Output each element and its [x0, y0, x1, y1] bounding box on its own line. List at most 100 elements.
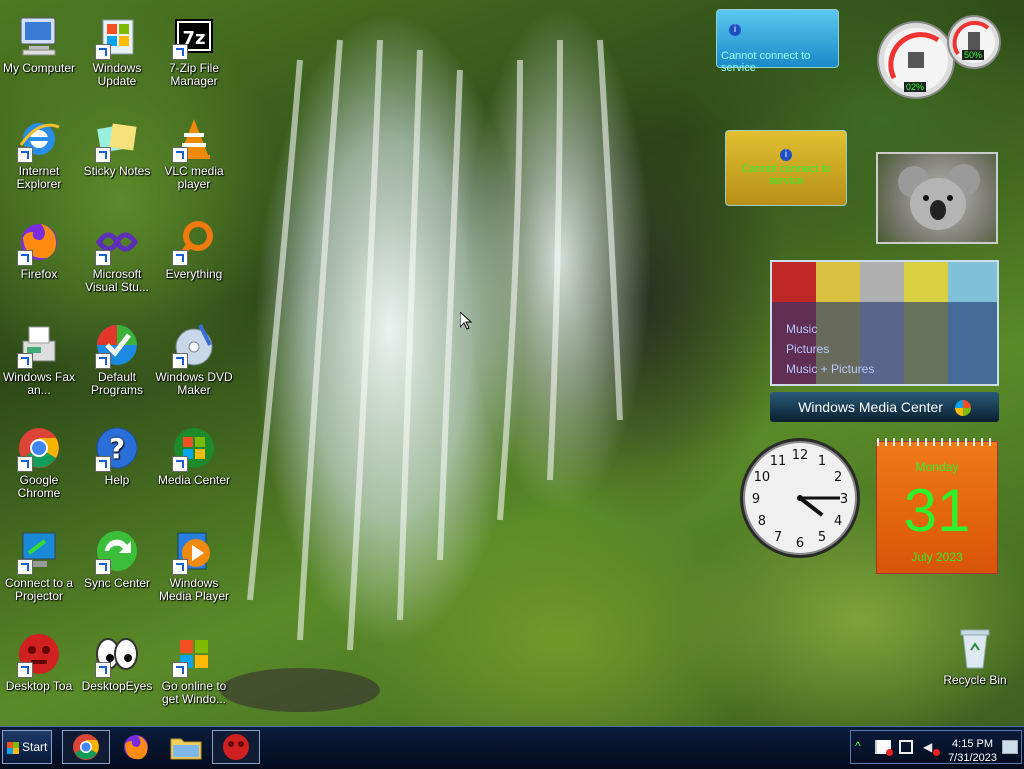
shortcut-arrow-icon	[17, 250, 33, 266]
icon-label: 7-Zip File Manager	[168, 61, 219, 88]
chrome-icon	[15, 424, 63, 472]
clock-number: 8	[758, 514, 766, 529]
taskbar-explorer-button[interactable]	[162, 730, 210, 764]
desktop-icon-connect-projector[interactable]: Connect to a Projector	[0, 527, 78, 603]
desktop-icon-go-online-windows[interactable]: Go online to get Windo...	[155, 630, 233, 706]
desktop-toa-icon	[223, 734, 249, 760]
calendar-weekday: Monday	[915, 460, 959, 474]
icon-label: Desktop Toa	[5, 679, 73, 693]
desktop[interactable]: My Computer Internet Explorer Firefox Wi…	[0, 0, 1024, 726]
calendar-month-year: July 2023	[911, 550, 963, 564]
desktop-icon-dvd-maker[interactable]: Windows DVD Maker	[155, 321, 233, 397]
desktop-icon-recycle-bin[interactable]: Recycle Bin	[936, 624, 1014, 687]
icon-label: Windows Fax an...	[2, 370, 76, 397]
taskbar: Start ^ ◀ 4:15 PM 7/31/2023	[0, 726, 1024, 769]
shortcut-arrow-icon	[172, 44, 188, 60]
desktop-icon-google-chrome[interactable]: Google Chrome	[0, 424, 78, 500]
media-center-brand: Windows Media Center	[798, 399, 943, 415]
action-center-flag-icon[interactable]	[875, 740, 893, 756]
recycle-bin-icon	[951, 624, 999, 672]
taskbar-clock[interactable]: 4:15 PM 7/31/2023	[948, 737, 997, 765]
slideshow-gadget[interactable]	[876, 152, 998, 244]
desktop-icon-vlc[interactable]: VLC media player	[155, 115, 233, 191]
7zip-icon: 7z	[170, 12, 218, 60]
info-icon: i	[729, 24, 741, 36]
icon-label: Microsoft Visual Stu...	[85, 267, 149, 294]
shortcut-arrow-icon	[95, 147, 111, 163]
desktop-icon-sticky-notes[interactable]: Sticky Notes	[78, 115, 156, 178]
taskbar-time: 4:15 PM	[952, 738, 994, 750]
icon-label: Sticky Notes	[83, 164, 151, 178]
desktop-icon-desktop-eyes[interactable]: DesktopEyes	[78, 630, 156, 693]
windows-logo-icon	[954, 400, 971, 417]
network-icon[interactable]	[899, 740, 913, 754]
fax-icon	[15, 321, 63, 369]
weather-gadget[interactable]: i Cannot connect to service	[716, 9, 839, 74]
icon-label: VLC media player	[164, 164, 224, 191]
help-icon: ?	[93, 424, 141, 472]
desktop-icon-desktop-toa[interactable]: Desktop Toa	[0, 630, 78, 693]
shortcut-arrow-icon	[172, 353, 188, 369]
taskbar-firefox-button[interactable]	[112, 730, 160, 764]
desktop-icon-visual-studio[interactable]: Microsoft Visual Stu...	[78, 218, 156, 294]
desktop-icon-windows-fax[interactable]: Windows Fax an...	[0, 321, 78, 397]
clock-number: 6	[796, 536, 804, 551]
show-hidden-icons-chevron-icon[interactable]: ^	[855, 739, 861, 753]
icon-label: Everything	[165, 267, 223, 281]
desktop-icon-help[interactable]: ? Help	[78, 424, 156, 487]
icon-label: DesktopEyes	[81, 679, 153, 693]
shortcut-arrow-icon	[95, 44, 111, 60]
desktop-toa-icon	[15, 630, 63, 678]
weather-message: Cannot connect to service	[721, 50, 811, 74]
visual-studio-icon	[93, 218, 141, 266]
clock-number: 12	[792, 448, 809, 463]
media-center-music-pictures[interactable]: Music + Pictures	[786, 362, 874, 376]
icon-label: Google Chrome	[17, 473, 61, 500]
icon-label: Windows Media Player	[158, 576, 230, 603]
start-button[interactable]: Start	[2, 730, 52, 764]
shortcut-arrow-icon	[95, 456, 111, 472]
shortcut-arrow-icon	[17, 147, 33, 163]
shortcut-arrow-icon	[172, 456, 188, 472]
analog-clock: 12 12 3 45678 9 1011	[740, 438, 860, 558]
icon-label: Recycle Bin	[943, 673, 1007, 687]
clock-number: 2	[834, 470, 842, 485]
media-center-brandbar[interactable]: Windows Media Center	[770, 392, 999, 422]
clock-gadget[interactable]: 12 1 2 3 4 5 6 7 8 9 10 11	[738, 436, 862, 560]
start-label: Start	[22, 740, 48, 754]
currency-gadget[interactable]: i Cannot connect to service	[725, 130, 847, 206]
taskbar-desktop-toa-button[interactable]	[212, 730, 260, 764]
show-desktop-icon[interactable]	[1002, 740, 1018, 754]
desktop-icon-sync-center[interactable]: Sync Center	[78, 527, 156, 590]
icon-label: Go online to get Windo...	[161, 679, 227, 706]
desktop-icon-7zip[interactable]: 7z 7-Zip File Manager	[155, 12, 233, 88]
clock-number: 9	[752, 492, 760, 507]
taskbar-chrome-button[interactable]	[62, 730, 110, 764]
explorer-folder-icon	[170, 738, 202, 760]
vlc-icon	[170, 115, 218, 163]
desktop-icon-default-programs[interactable]: Default Programs	[78, 321, 156, 397]
currency-message: Cannot connect to service	[741, 163, 831, 187]
media-center-music[interactable]: Music	[786, 322, 817, 336]
shortcut-arrow-icon	[95, 662, 111, 678]
shortcut-arrow-icon	[17, 559, 33, 575]
volume-muted-icon[interactable]: ◀	[923, 740, 940, 756]
desktop-icon-internet-explorer[interactable]: Internet Explorer	[0, 115, 78, 191]
icon-label: Sync Center	[83, 576, 151, 590]
calendar-gadget[interactable]: Monday 31 July 2023	[876, 438, 998, 574]
default-programs-icon	[93, 321, 141, 369]
media-center-gadget[interactable]: Music Pictures Music + Pictures Windows …	[770, 260, 1000, 422]
cpu-meter-gadget[interactable]: 02% 50%	[876, 10, 1001, 100]
shortcut-arrow-icon	[172, 559, 188, 575]
desktop-icon-media-center[interactable]: Media Center	[155, 424, 233, 487]
desktop-icon-windows-update[interactable]: Windows Update	[78, 12, 156, 88]
desktop-icon-windows-media-player[interactable]: Windows Media Player	[155, 527, 233, 603]
cpu-readout: 02%	[904, 82, 927, 92]
sticky-notes-icon	[93, 115, 141, 163]
clock-number: 10	[754, 470, 771, 485]
shortcut-arrow-icon	[17, 353, 33, 369]
media-center-pictures[interactable]: Pictures	[786, 342, 829, 356]
desktop-icon-my-computer[interactable]: My Computer	[0, 12, 78, 75]
desktop-icon-everything[interactable]: Everything	[155, 218, 233, 281]
desktop-icon-firefox[interactable]: Firefox	[0, 218, 78, 281]
